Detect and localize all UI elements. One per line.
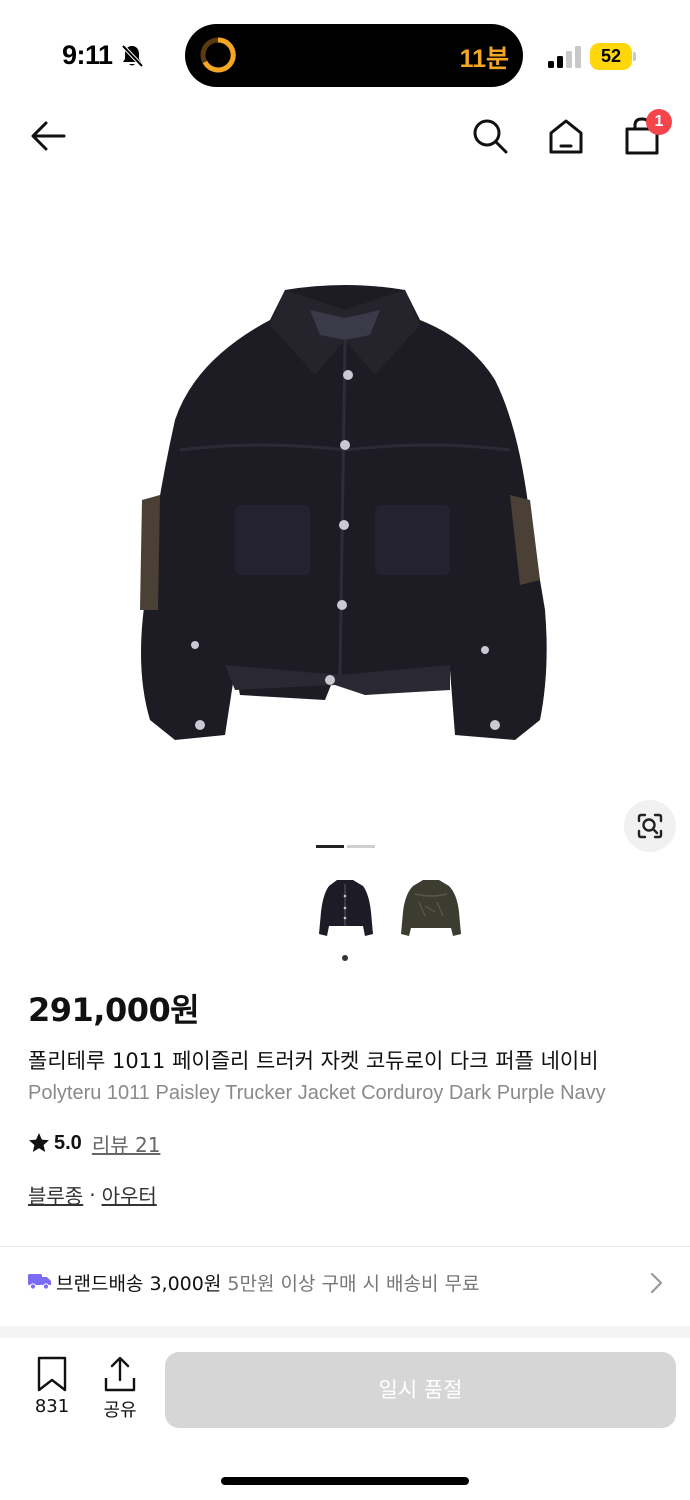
- thumbnail-selected-dot: [342, 955, 348, 961]
- category-separator: ·: [89, 1182, 96, 1207]
- thumbnail-back-image: [401, 880, 461, 936]
- image-search-button[interactable]: [624, 800, 676, 852]
- dynamic-island: 11분: [185, 24, 523, 87]
- island-timer: 11분: [459, 45, 509, 73]
- chevron-right-icon: [650, 1272, 663, 1294]
- bell-muted-icon: [121, 44, 144, 68]
- category-link-outer[interactable]: 아우터: [102, 1180, 157, 1209]
- shipping-label: 브랜드배송 3,000원: [56, 1273, 222, 1295]
- product-title-en: Polyteru 1011 Paisley Trucker Jacket Cor…: [28, 1082, 606, 1104]
- truck-icon: [28, 1274, 51, 1290]
- signal-icon: [548, 46, 581, 68]
- review-link[interactable]: 리뷰 21: [92, 1129, 161, 1158]
- bookmark-button[interactable]: 831: [28, 1356, 76, 1422]
- share-button[interactable]: 공유: [96, 1356, 144, 1422]
- product-main-image: [140, 285, 547, 740]
- share-icon: [104, 1356, 136, 1392]
- product-price: 291,000원: [28, 991, 200, 1029]
- rating-row: 5.0 리뷰 21: [28, 1129, 160, 1157]
- battery-level: 52: [600, 46, 622, 66]
- status-time: 9:11: [62, 40, 113, 70]
- timer-ring-icon: [200, 37, 236, 73]
- search-icon: [473, 119, 508, 154]
- cart-count-badge: 1: [646, 109, 672, 135]
- shipping-note: 5만원 이상 구매 시 배송비 무료: [227, 1273, 480, 1295]
- thumbnail-back[interactable]: [395, 872, 467, 944]
- category-link-blouson[interactable]: 블루종: [28, 1180, 83, 1209]
- arrow-left-icon: [31, 121, 66, 151]
- thumbnail-front[interactable]: [309, 872, 381, 944]
- bookmark-count: 831: [34, 1396, 70, 1417]
- sold-out-button[interactable]: 일시 품절: [165, 1352, 676, 1428]
- status-bar: 9:11 11분 52: [0, 0, 690, 100]
- shipping-info-row[interactable]: 브랜드배송 3,000원 5만원 이상 구매 시 배송비 무료: [0, 1248, 690, 1316]
- battery-icon: 52: [590, 43, 636, 70]
- image-page-indicator: [316, 845, 376, 849]
- home-indicator[interactable]: [221, 1477, 469, 1485]
- divider: [0, 1246, 690, 1247]
- product-image-gallery[interactable]: [0, 185, 690, 875]
- product-title-ko: 폴리테루 1011 페이즐리 트러커 자켓 코듀로이 다크 퍼플 네이비: [28, 1049, 599, 1073]
- home-button[interactable]: [542, 112, 590, 160]
- bookmark-icon: [37, 1356, 67, 1392]
- home-icon: [549, 119, 583, 154]
- category-breadcrumb: 블루종 · 아우터: [28, 1180, 157, 1209]
- thumbnail-front-image: [319, 880, 373, 936]
- page-indicator-inactive: [347, 845, 375, 848]
- back-button[interactable]: [24, 112, 72, 160]
- rating-value: 5.0: [54, 1131, 82, 1154]
- shipping-text: 브랜드배송 3,000원 5만원 이상 구매 시 배송비 무료: [56, 1269, 479, 1296]
- star-icon: [29, 1133, 49, 1152]
- section-gap: [0, 1326, 690, 1338]
- search-button[interactable]: [466, 112, 514, 160]
- camera-lens-search-icon: [637, 813, 663, 839]
- bottom-action-bar: 831 공유 일시 품절: [0, 1338, 690, 1500]
- share-label: 공유: [103, 1400, 137, 1421]
- page-indicator-active: [316, 845, 344, 848]
